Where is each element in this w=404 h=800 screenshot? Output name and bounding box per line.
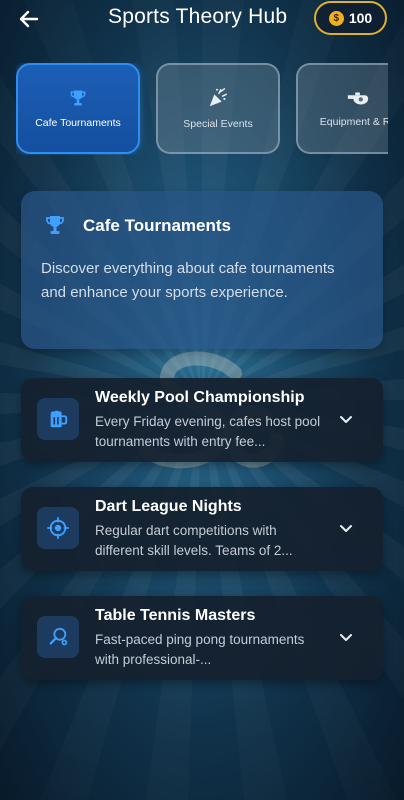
- target-icon: [47, 517, 69, 539]
- item-description: Regular dart competitions with different…: [95, 523, 293, 558]
- back-button[interactable]: [14, 6, 44, 32]
- category-info-card: Cafe Tournaments Discover everything abo…: [21, 191, 383, 349]
- expand-button[interactable]: [337, 410, 355, 428]
- page-title: Sports Theory Hub: [108, 5, 288, 28]
- info-description: Discover everything about cafe tournamen…: [41, 260, 335, 301]
- arrow-left-icon: [19, 10, 39, 28]
- whistle-icon: [347, 92, 369, 105]
- tab-cafe-tournaments[interactable]: Cafe Tournaments: [16, 63, 140, 154]
- item-title: Dart League Nights: [95, 498, 242, 515]
- category-tabs: Cafe Tournaments Special Events Equipmen…: [16, 63, 388, 155]
- list-item-weekly-pool[interactable]: Weekly Pool Championship Every Friday ev…: [21, 378, 383, 462]
- list-item-table-tennis[interactable]: Table Tennis Masters Fast-paced ping pon…: [21, 596, 383, 680]
- coin-icon: $: [328, 10, 344, 26]
- item-description: Every Friday evening, cafes host pool to…: [95, 414, 321, 449]
- item-title: Weekly Pool Championship: [95, 389, 305, 406]
- item-title: Table Tennis Masters: [95, 607, 256, 624]
- item-icon-box: [37, 507, 79, 549]
- tab-equipment-rules[interactable]: Equipment & Ru: [296, 63, 388, 154]
- chevron-down-icon: [340, 415, 352, 423]
- coin-amount: 100: [348, 10, 373, 26]
- item-icon-box: [37, 398, 79, 440]
- item-description: Fast-paced ping pong tournaments with pr…: [95, 632, 305, 667]
- chevron-down-icon: [340, 633, 352, 641]
- trophy-icon: [46, 216, 64, 234]
- beer-mug-icon: [50, 410, 68, 428]
- tab-special-events[interactable]: Special Events: [156, 63, 280, 154]
- expand-button[interactable]: [337, 628, 355, 646]
- party-popper-icon: [209, 88, 227, 107]
- expand-button[interactable]: [337, 519, 355, 537]
- chevron-down-icon: [340, 524, 352, 532]
- trophy-icon: [70, 90, 86, 106]
- app-header: Sports Theory Hub $ 100: [0, 0, 404, 40]
- coin-balance[interactable]: $ 100: [314, 1, 387, 35]
- list-item-dart-league[interactable]: Dart League Nights Regular dart competit…: [21, 487, 383, 571]
- tab-label: Equipment & Ru: [319, 116, 388, 128]
- item-icon-box: [37, 616, 79, 658]
- ping-pong-icon: [49, 627, 68, 646]
- info-title: Cafe Tournaments: [83, 216, 231, 235]
- tab-label: Special Events: [183, 118, 253, 130]
- tab-label: Cafe Tournaments: [35, 117, 121, 129]
